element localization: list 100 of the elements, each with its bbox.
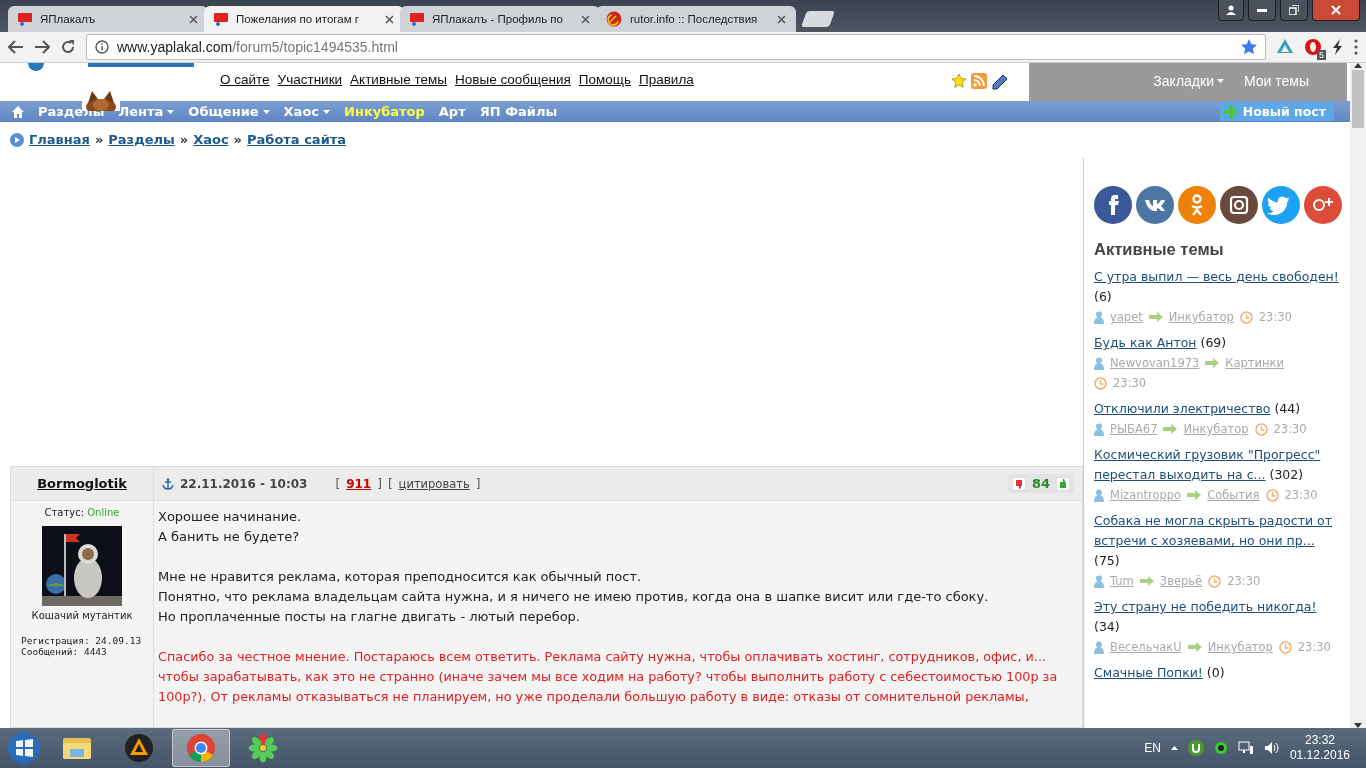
message-count: Сообщений: 4443 <box>21 646 107 657</box>
minimize-button[interactable] <box>1248 0 1276 21</box>
site-logo-icon <box>18 12 32 26</box>
quote-link[interactable]: цитировать <box>398 476 470 491</box>
clock-icon <box>1278 640 1292 654</box>
header-link[interactable]: Участники <box>277 72 343 89</box>
breadcrumb-separator: » <box>179 132 189 147</box>
folder-icon[interactable] <box>62 735 92 761</box>
topic-link[interactable]: Космический грузовик "Прогресс" перестал выходить на с... (302) <box>1094 445 1342 485</box>
post-text: Мне не нравится реклама, которая преподносится как обычный пост. <box>158 569 642 584</box>
sidebar-title: Активные темы <box>1094 240 1225 259</box>
close-icon <box>777 14 786 24</box>
breadcrumb-link[interactable]: Работа сайта <box>247 132 347 147</box>
clock-date[interactable]: 01.12.2016 <box>1289 748 1350 763</box>
person-icon <box>1226 5 1236 15</box>
close-button[interactable] <box>1312 0 1360 21</box>
clock-time[interactable]: 23:32 <box>1304 733 1335 748</box>
caret-up-icon[interactable] <box>1170 746 1178 750</box>
new-tab-button[interactable] <box>801 11 835 27</box>
anchor-icon[interactable] <box>162 477 174 490</box>
browser-tab[interactable]: rutor.info :: Последствия <box>596 6 796 32</box>
address-bar[interactable]: www.yaplakal.com/forum5/topic1494535.html <box>86 34 1266 60</box>
extension-icon[interactable] <box>1276 38 1294 56</box>
pencil-icon[interactable] <box>991 73 1009 91</box>
topic-link[interactable]: Собака не могла скрыть радости от встречи с хозяевами, но они пр... (75) <box>1094 511 1342 571</box>
star-icon[interactable] <box>1241 39 1257 55</box>
post-text: Хорошее начинание. <box>158 509 302 524</box>
topic-link[interactable]: Эту страну не победить никогда! (34) <box>1094 597 1342 637</box>
site-logo-icon <box>214 12 228 26</box>
breadcrumb-link[interactable]: Главная <box>29 132 90 147</box>
forward-icon[interactable] <box>34 40 50 54</box>
browser-tab[interactable]: Пожелания по итогам г <box>204 6 404 32</box>
triangle-app-icon[interactable] <box>124 733 154 763</box>
header-link[interactable]: Активные темы <box>350 72 447 89</box>
post-text: А банить не будете? <box>158 529 300 544</box>
info-icon <box>95 40 109 54</box>
close-icon <box>581 14 590 24</box>
instagram-icon[interactable] <box>1220 186 1258 224</box>
topic-time: 23:30 <box>1113 375 1147 392</box>
breadcrumb-link[interactable]: Хаос <box>193 132 229 147</box>
reply-text: чтобы зарабатывать, как это не странно (иначе зачем мы все ходим на работу? чтобы выполнить работу с себестоимостью 100р за <box>158 669 1058 684</box>
post-text: Но проплаченные посты на глагне двигать - лютый перебор. <box>158 609 580 624</box>
topic-link[interactable]: С утра выпил — весь день свободен! (6) <box>1094 267 1342 307</box>
home-icon[interactable] <box>12 105 24 118</box>
user-icon <box>1094 356 1104 370</box>
breadcrumb-link[interactable]: Разделы <box>108 132 175 147</box>
minimize-icon <box>1257 8 1267 12</box>
language-indicator[interactable]: EN <box>1144 741 1161 755</box>
bracket: [ <box>335 476 341 491</box>
speaker-icon[interactable] <box>1263 741 1280 755</box>
topic-link[interactable]: Смачные Попки! (0) <box>1094 663 1342 683</box>
browser-tab[interactable]: ЯПлакалъ - Профиль по <box>400 6 600 32</box>
post-date: 22.11.2016 - 10:03 <box>180 476 308 491</box>
header-link[interactable]: Новые сообщения <box>455 72 571 89</box>
google-plus-icon[interactable] <box>1304 186 1342 224</box>
site-logo-icon <box>410 12 424 26</box>
arrow-icon <box>1187 490 1202 500</box>
browser-icon[interactable] <box>186 733 216 763</box>
arrow-icon <box>1139 576 1154 586</box>
bracket: [ <box>387 476 393 491</box>
network-icon[interactable] <box>1237 741 1254 755</box>
clock-icon <box>1208 574 1222 588</box>
thumbs-down-icon[interactable] <box>1011 476 1026 491</box>
breadcrumb-separator: » <box>94 132 104 147</box>
profile-button[interactable] <box>1218 0 1244 21</box>
facebook-icon[interactable] <box>1094 186 1132 224</box>
rating-value: 84 <box>1031 476 1050 491</box>
user-icon <box>1094 488 1104 502</box>
extension-badge: 5 <box>1317 50 1326 60</box>
topic-time: 23:30 <box>1273 421 1307 438</box>
restore-icon <box>1289 5 1299 15</box>
user-icon <box>1094 422 1104 436</box>
topic-link[interactable]: Отключили электричество (44) <box>1094 399 1342 419</box>
scrollbar-thumb[interactable] <box>1352 70 1364 128</box>
lightning-icon[interactable] <box>1332 39 1344 55</box>
user-icon <box>1094 640 1104 654</box>
author-link[interactable]: Bormoglotik <box>37 476 127 491</box>
user-rank: Кошачий мутантик <box>31 610 133 621</box>
play-icon <box>10 132 24 147</box>
topic-time: 23:30 <box>1297 639 1331 656</box>
browser-tab[interactable]: ЯПлакалъ <box>8 6 208 32</box>
thumbs-up-icon[interactable] <box>1056 476 1070 491</box>
post-number-link[interactable]: 911 <box>346 476 372 491</box>
ring-icon[interactable] <box>1213 741 1228 755</box>
topic-link[interactable]: Будь как Антон (69) <box>1094 333 1342 353</box>
breadcrumb-separator: » <box>233 132 242 147</box>
arrow-icon <box>1205 358 1220 368</box>
status-text: Статус: Online <box>44 507 120 518</box>
restore-button[interactable] <box>1280 0 1308 21</box>
back-icon[interactable] <box>8 40 24 54</box>
menu-icon[interactable] <box>1354 39 1358 55</box>
header-link[interactable]: Помощь <box>578 72 631 89</box>
vk-icon[interactable] <box>1136 186 1174 224</box>
reload-icon[interactable] <box>60 39 76 55</box>
clock-icon <box>1239 310 1253 324</box>
header-link[interactable]: О сайте <box>220 72 270 89</box>
flower-icon[interactable] <box>248 733 278 763</box>
star-add-icon[interactable] <box>951 73 967 89</box>
close-icon <box>189 14 198 24</box>
header-link[interactable]: Правила <box>638 72 694 89</box>
